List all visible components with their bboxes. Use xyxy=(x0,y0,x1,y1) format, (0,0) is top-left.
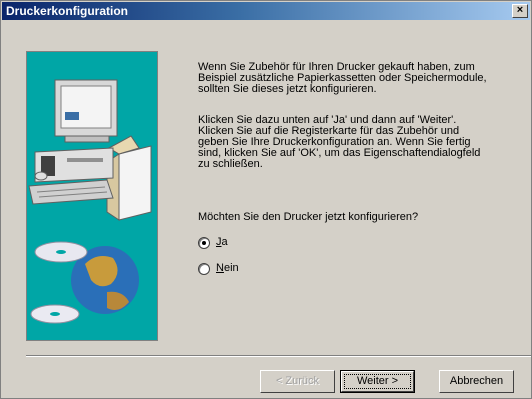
window-title: Druckerkonfiguration xyxy=(6,4,129,18)
radio-no-label-text: ein xyxy=(223,262,239,274)
focus-rectangle xyxy=(344,374,411,389)
radio-no[interactable] xyxy=(198,263,210,275)
intro-paragraph: Wenn Sie Zubehör für Ihren Drucker gekau… xyxy=(198,61,487,95)
computer-illustration xyxy=(26,51,158,341)
radio-yes[interactable] xyxy=(198,237,210,249)
computer-globe-cd-icon xyxy=(28,79,152,324)
cancel-button[interactable]: Abbrechen xyxy=(439,370,514,393)
close-icon: × xyxy=(516,4,524,16)
radio-yes-label-text: a xyxy=(221,236,228,248)
next-button[interactable]: Weiter > xyxy=(340,370,415,393)
radio-selected-dot xyxy=(202,241,206,245)
close-button[interactable]: × xyxy=(512,4,528,18)
question-text: Möchten Sie den Drucker jetzt konfigurie… xyxy=(198,211,419,223)
dialog-window: Druckerkonfiguration × Wenn Sie Zubehör … xyxy=(0,0,532,399)
back-button[interactable]: < Zurück xyxy=(260,370,335,393)
title-bar[interactable]: Druckerkonfiguration × xyxy=(2,2,530,20)
radio-no-accelerator: N xyxy=(216,262,224,274)
radio-yes-label[interactable]: Ja xyxy=(216,236,228,248)
radio-no-label[interactable]: Nein xyxy=(216,262,239,274)
button-separator xyxy=(26,355,531,357)
instructions-paragraph: Klicken Sie dazu unten auf 'Ja' und dann… xyxy=(198,114,481,170)
